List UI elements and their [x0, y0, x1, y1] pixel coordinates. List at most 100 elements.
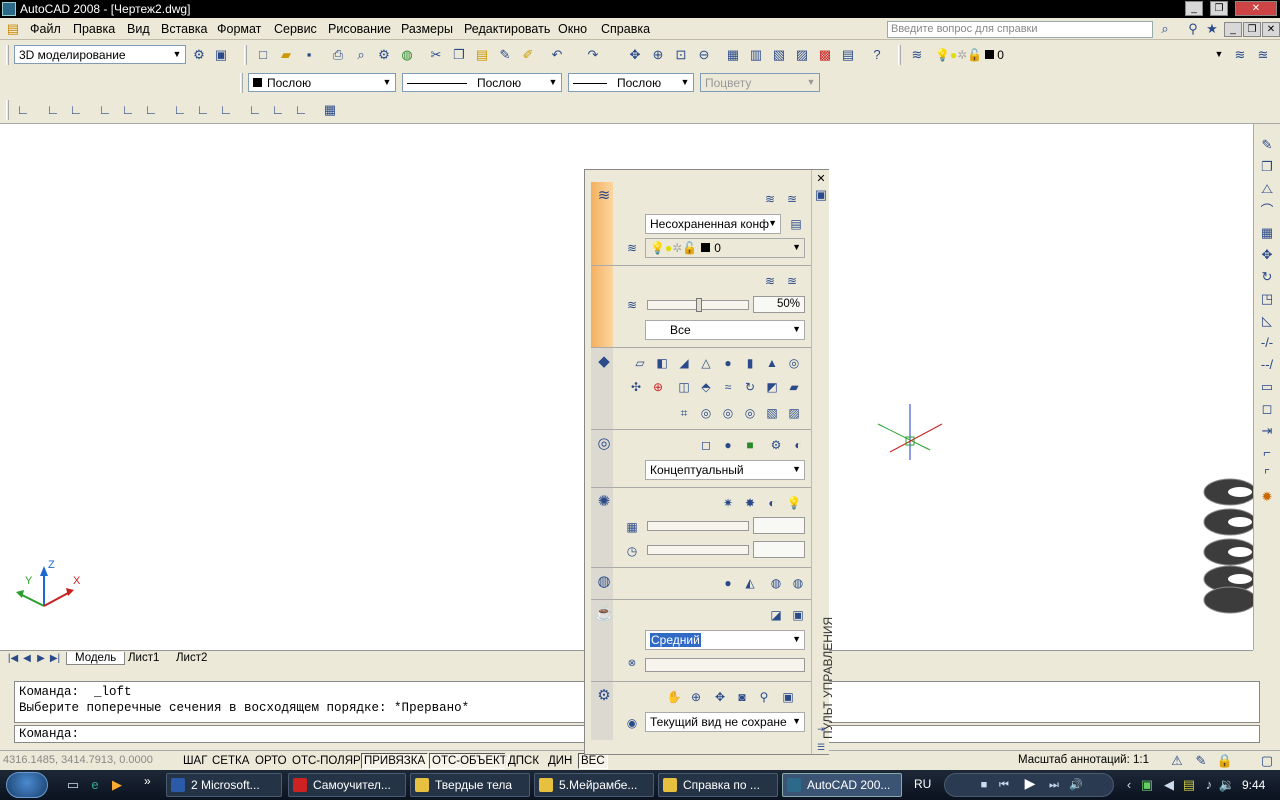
ucs-previous-icon[interactable]: ∟	[67, 101, 85, 119]
lock-toolbar-icon[interactable]: 🔒	[1216, 752, 1234, 770]
material-mapping-icon[interactable]: ◭	[741, 574, 759, 592]
join-icon[interactable]: ⇥	[1258, 422, 1276, 440]
match-properties-icon[interactable]: ✎	[496, 46, 514, 64]
rotate-icon[interactable]: ↻	[1258, 268, 1276, 286]
3d-move-icon[interactable]: ✣	[627, 378, 645, 396]
new-file-icon[interactable]: □	[254, 46, 272, 64]
3d-make-icon[interactable]: ◆	[595, 352, 613, 370]
mirror-icon[interactable]: ⧍	[1258, 180, 1276, 198]
planar-surface-icon[interactable]: ▰	[785, 378, 803, 396]
cylinder-icon[interactable]: ▮	[741, 354, 759, 372]
point-light-icon[interactable]: ✷	[719, 494, 737, 512]
zoom-previous-icon[interactable]: ⊖	[695, 46, 713, 64]
publish-web-icon[interactable]: ◍	[398, 46, 416, 64]
menu-format[interactable]: Формат	[217, 22, 261, 36]
open-file-icon[interactable]: ▰	[277, 46, 295, 64]
render-icon[interactable]: ◪	[767, 606, 785, 624]
redo-icon[interactable]: ↷	[584, 46, 602, 64]
layer-fade-slider[interactable]	[647, 298, 749, 312]
render-teapot-icon[interactable]: ☕	[595, 604, 614, 622]
copy-icon[interactable]: ❐	[450, 46, 468, 64]
markup-icon[interactable]: ▩	[816, 46, 834, 64]
communication-icon[interactable]: ⚲	[1184, 20, 1202, 38]
menu-dimension[interactable]: Размеры	[401, 22, 453, 36]
pyramid-icon[interactable]: ▲	[763, 354, 781, 372]
walk-icon[interactable]: ⚲	[755, 688, 773, 706]
properties-icon[interactable]: ▦	[724, 46, 742, 64]
orbit-icon[interactable]: ✥	[711, 688, 729, 706]
quicklaunch-chevron-icon[interactable]: »	[144, 774, 151, 788]
dyn-toggle[interactable]: ДИН	[545, 753, 576, 769]
layer-unisolate-icon[interactable]: ≊	[783, 272, 801, 290]
break-icon[interactable]: ◻	[1258, 400, 1276, 418]
wedge-icon[interactable]: ◢	[675, 354, 693, 372]
ucs-3point-icon[interactable]: ∟	[217, 101, 235, 119]
visual-style-select[interactable]: Концептуальный ▼	[645, 460, 805, 480]
menu-draw[interactable]: Рисование	[328, 22, 391, 36]
view-navigate-icon[interactable]: ◉	[623, 714, 641, 732]
layer-state-manager-icon[interactable]: ▤	[787, 215, 805, 233]
break-at-point-icon[interactable]: ▭	[1258, 378, 1276, 396]
tray-sound-icon[interactable]: 🔉	[1218, 776, 1236, 794]
ucs-z-rotate-icon[interactable]: ∟	[292, 101, 310, 119]
sweep-icon[interactable]: ≈	[719, 378, 737, 396]
erase-icon[interactable]: ✎	[1258, 136, 1276, 154]
imprint-icon[interactable]: ▧	[763, 404, 781, 422]
tool-palettes-icon[interactable]: ▧	[770, 46, 788, 64]
play-icon[interactable]: ▶	[1021, 774, 1039, 792]
conceptual-style-icon[interactable]: ■	[741, 436, 759, 454]
favorites-star-icon[interactable]: ★	[1203, 20, 1221, 38]
array-icon[interactable]: ▦	[1258, 224, 1276, 242]
layer-select[interactable]: 💡●✲🔓 0 ▼	[930, 45, 1228, 64]
trim-icon[interactable]: -/-	[1258, 334, 1276, 352]
tray-speaker-icon[interactable]: ♪	[1200, 776, 1218, 794]
clean-screen-icon[interactable]: ▢	[1258, 752, 1276, 770]
slider-knob[interactable]	[696, 298, 702, 312]
clock[interactable]: 9:44	[1242, 778, 1265, 792]
ucs-world-icon[interactable]: ∟	[44, 101, 62, 119]
layer-previous-icon[interactable]: ≊	[1254, 46, 1272, 64]
ducs-toggle[interactable]: ДПСК	[505, 753, 543, 769]
print-preview-icon[interactable]: ⌕	[352, 46, 370, 64]
offset-icon[interactable]: ⌒	[1258, 202, 1276, 220]
move-icon[interactable]: ✥	[1258, 246, 1276, 264]
layer-fade-percent[interactable]: 50%	[753, 296, 805, 313]
taskbar-pdf[interactable]: Самоучител...	[288, 773, 406, 797]
print-icon[interactable]: ⎙	[329, 46, 347, 64]
cone-icon[interactable]: △	[697, 354, 715, 372]
tray-app-icon[interactable]: ▤	[1180, 776, 1198, 794]
layer-fade-filter-select[interactable]: Все ▼	[645, 320, 805, 340]
layer-state-select[interactable]: Несохраненная конф ▼	[645, 214, 781, 234]
annotation-scale-value[interactable]: 1:1	[1133, 754, 1149, 766]
zoom-window-icon[interactable]: ⊡	[672, 46, 690, 64]
ie-icon[interactable]: e	[86, 776, 104, 794]
lwt-toggle[interactable]: ВЕС	[578, 753, 608, 769]
workspace-select[interactable]: 3D моделирование ▼	[14, 45, 186, 64]
taskbar-autocad[interactable]: AutoCAD 200...	[782, 773, 902, 797]
ucs-object-icon[interactable]: ∟	[119, 101, 137, 119]
ucs-origin-icon[interactable]: ∟	[171, 101, 189, 119]
publish-icon[interactable]: ⚙	[375, 46, 393, 64]
paste-icon[interactable]: ▤	[473, 46, 491, 64]
extend-icon[interactable]: --/	[1258, 356, 1276, 374]
extrude-icon[interactable]: ◫	[675, 378, 693, 396]
menu-help[interactable]: Справка	[601, 22, 650, 36]
color-select[interactable]: Послою ▼	[248, 73, 396, 92]
ucs-icon[interactable]: ∟	[14, 101, 32, 119]
section-plane-icon[interactable]: ▨	[785, 404, 803, 422]
otrack-toggle[interactable]: ОТС-ОБЪЕКТ	[429, 753, 510, 769]
dashboard-menu-icon[interactable]: ☰	[812, 738, 830, 756]
mute-icon[interactable]: 🔊	[1067, 776, 1085, 794]
snap-toggle[interactable]: ШАГ	[180, 753, 211, 769]
last-tab-icon[interactable]: ▶|	[46, 650, 64, 668]
time-value-box[interactable]	[753, 541, 805, 558]
date-slider[interactable]	[647, 521, 749, 531]
tab-layout2[interactable]: Лист2	[176, 652, 207, 664]
cut-icon[interactable]: ✂	[427, 46, 445, 64]
menu-edit[interactable]: Правка	[73, 22, 115, 36]
explode-icon[interactable]: ✹	[1258, 488, 1276, 506]
stop-icon[interactable]: ■	[975, 776, 993, 794]
taskbar-folder-solids[interactable]: Твердые тела	[410, 773, 530, 797]
wireframe-style-icon[interactable]: ◻	[697, 436, 715, 454]
close-button[interactable]: ✕	[1235, 1, 1277, 16]
